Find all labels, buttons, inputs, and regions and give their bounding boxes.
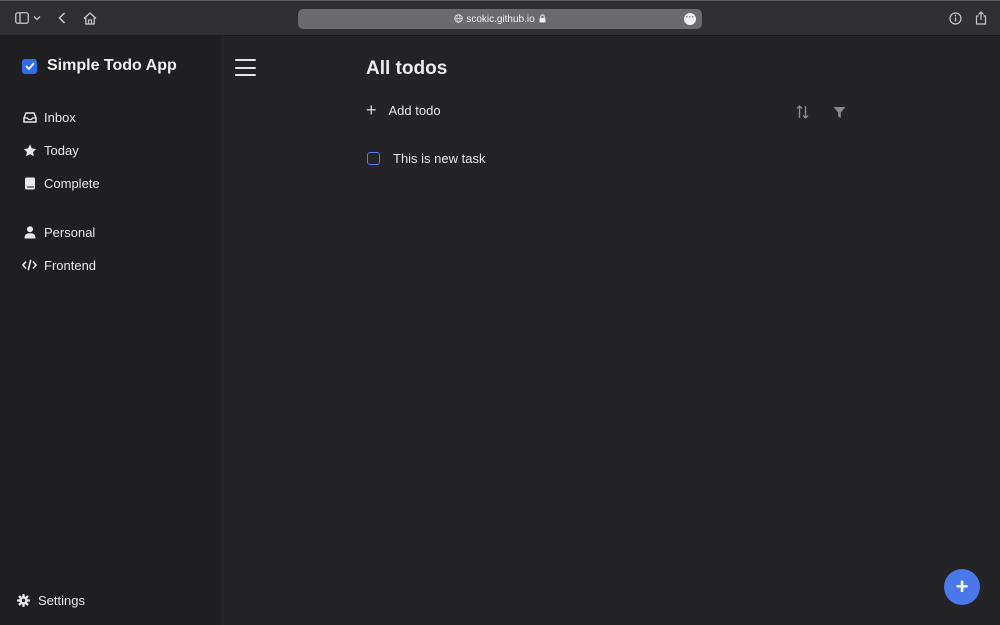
sidebar-item-label: Complete: [44, 175, 100, 191]
sidebar-item-label: Personal: [44, 224, 96, 240]
list-item[interactable]: This is new task: [367, 151, 485, 166]
sidebar-item-label: Inbox: [44, 109, 76, 125]
lock-icon: [539, 13, 546, 25]
globe-icon: [454, 13, 463, 25]
task-checkbox[interactable]: [367, 152, 380, 165]
back-icon[interactable]: [52, 9, 72, 27]
page-title: All todos: [366, 58, 448, 79]
app-brand[interactable]: Simple Todo App: [22, 57, 177, 75]
browser-toolbar: scokic.github.io ···: [0, 0, 1000, 36]
plus-icon: +: [366, 100, 377, 120]
sidebar-toggle-icon[interactable]: [12, 9, 32, 27]
more-icon[interactable]: ···: [684, 13, 696, 25]
sidebar-item-frontend[interactable]: Frontend: [22, 256, 96, 274]
add-todo-label: Add todo: [388, 102, 441, 118]
sidebar-item-label: Frontend: [44, 257, 97, 273]
address-bar[interactable]: scokic.github.io ···: [298, 9, 702, 29]
sidebar-item-label: Settings: [38, 592, 85, 608]
sidebar-item-settings[interactable]: Settings: [16, 591, 85, 609]
filter-icon[interactable]: [831, 104, 847, 120]
gear-icon: [16, 593, 31, 607]
task-label: This is new task: [393, 151, 486, 166]
share-icon[interactable]: [971, 9, 991, 27]
sidebar-item-personal[interactable]: Personal: [22, 223, 95, 241]
add-task-fab-button[interactable]: +: [944, 569, 980, 605]
sort-icon[interactable]: [794, 104, 810, 120]
chevron-down-icon[interactable]: [31, 9, 43, 27]
home-icon[interactable]: [80, 9, 100, 27]
sidebar-item-complete[interactable]: Complete: [22, 174, 100, 192]
inbox-icon: [22, 111, 37, 123]
sidebar-item-label: Today: [44, 142, 79, 158]
checkbox-logo-icon: [22, 58, 37, 74]
add-todo-button[interactable]: + Add todo: [366, 101, 441, 119]
book-icon: [22, 177, 37, 190]
fab-plus-icon: +: [955, 574, 969, 599]
code-icon: [22, 259, 37, 271]
info-icon[interactable]: [945, 9, 965, 27]
star-icon: [22, 144, 37, 157]
sidebar-item-today[interactable]: Today: [22, 141, 79, 159]
app-title: Simple Todo App: [47, 57, 177, 74]
sidebar-item-inbox[interactable]: Inbox: [22, 108, 76, 126]
menu-toggle-icon[interactable]: [235, 59, 256, 76]
url-text: scokic.github.io: [466, 13, 535, 25]
user-icon: [22, 225, 37, 239]
sidebar: Simple Todo App Inbox Today Complete Per…: [0, 36, 221, 625]
